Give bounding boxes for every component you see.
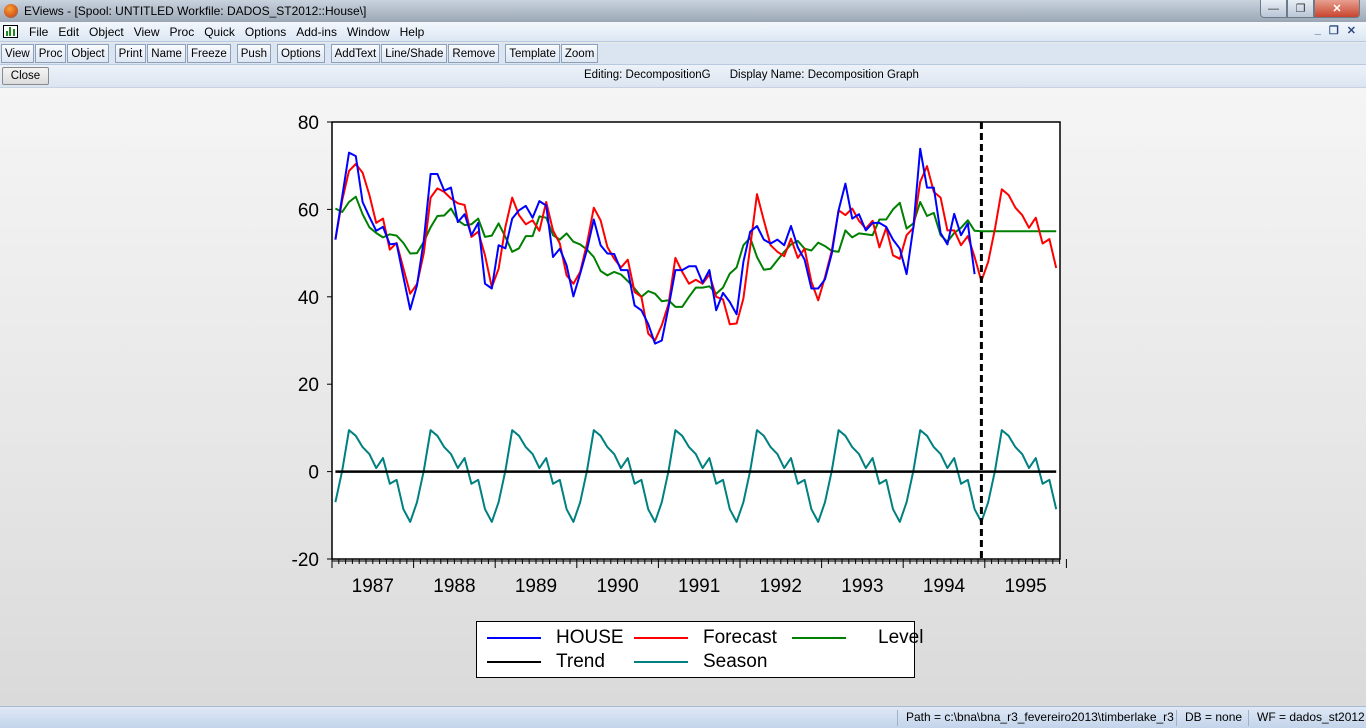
menu-bar: File Edit Object View Proc Quick Options…: [0, 22, 1366, 42]
window-title: EViews - [Spool: UNTITLED Workfile: DADO…: [24, 4, 367, 18]
restore-button[interactable]: ❐: [1287, 0, 1314, 18]
menu-options[interactable]: Options: [240, 25, 291, 39]
close-button[interactable]: Close: [2, 67, 49, 85]
object-toolbar: View Proc Object Print Name Freeze Push …: [0, 43, 1366, 65]
legend-swatch: [634, 637, 688, 639]
remove-button[interactable]: Remove: [448, 44, 500, 63]
x-tick-label: 1990: [596, 576, 638, 597]
menu-window[interactable]: Window: [342, 25, 395, 39]
close-window-button[interactable]: ✕: [1314, 0, 1360, 18]
child-close-icon[interactable]: ✕: [1347, 24, 1356, 37]
y-tick-label: 20: [298, 375, 319, 396]
x-tick-label: 1993: [841, 576, 883, 597]
menu-help[interactable]: Help: [395, 25, 430, 39]
view-button[interactable]: View: [1, 44, 34, 63]
legend-item-season: Season: [634, 651, 767, 673]
child-minimize-icon[interactable]: _: [1315, 24, 1321, 37]
legend-item-trend: Trend: [487, 651, 605, 673]
graph-area: 80 60 40 20 0 -20 1987 1988 1989 1990 1991 1992 1993…: [0, 88, 1366, 706]
object-button[interactable]: Object: [67, 44, 109, 63]
menu-view[interactable]: View: [129, 25, 165, 39]
status-path: Path = c:\bna\bna_r3_fevereiro2013\timbe…: [897, 710, 1174, 726]
legend-swatch: [634, 661, 688, 663]
addtext-button[interactable]: AddText: [330, 44, 381, 63]
y-tick-label: 40: [298, 288, 319, 309]
zoom-button[interactable]: Zoom: [560, 44, 599, 63]
editing-info: Editing: DecompositionG Display Name: De…: [584, 69, 919, 81]
plot-area: [331, 121, 1061, 560]
decomposition-chart: 80 60 40 20 0 -20 1987 1988 1989 1990 1991 1992 1993…: [292, 113, 1067, 597]
legend-label: Season: [703, 651, 768, 672]
y-tick-label: -20: [292, 550, 319, 571]
name-button[interactable]: Name: [147, 44, 186, 63]
status-db: DB = none: [1176, 710, 1242, 726]
child-restore-icon[interactable]: ❐: [1329, 24, 1339, 37]
status-wf: WF = dados_st2012: [1248, 710, 1365, 726]
menu-proc[interactable]: Proc: [165, 25, 200, 39]
legend-label: Forecast: [703, 627, 777, 648]
menu-file[interactable]: File: [24, 25, 53, 39]
edit-bar: Close Editing: DecompositionG Display Na…: [0, 65, 1366, 88]
editing-label: Editing: DecompositionG: [584, 69, 711, 81]
x-tick-label: 1995: [1004, 576, 1046, 597]
eviews-logo-icon: [4, 4, 18, 18]
legend-item-forecast: Forecast: [634, 627, 777, 649]
graph-object-icon[interactable]: [3, 25, 18, 38]
proc-button[interactable]: Proc: [34, 44, 67, 63]
freeze-button[interactable]: Freeze: [186, 44, 231, 63]
status-bar: Path = c:\bna\bna_r3_fevereiro2013\timbe…: [0, 706, 1366, 728]
legend-label: Level: [878, 627, 924, 648]
print-button[interactable]: Print: [114, 44, 147, 63]
legend-label: Trend: [556, 651, 605, 672]
title-bar: EViews - [Spool: UNTITLED Workfile: DADO…: [0, 0, 1366, 22]
legend-item-house: HOUSE: [487, 627, 624, 649]
menu-object[interactable]: Object: [84, 25, 129, 39]
minimize-button[interactable]: —: [1260, 0, 1287, 18]
menu-quick[interactable]: Quick: [199, 25, 240, 39]
push-button[interactable]: Push: [236, 44, 271, 63]
x-tick-label: 1994: [923, 576, 966, 597]
legend-label: HOUSE: [556, 627, 624, 648]
options-button[interactable]: Options: [276, 44, 325, 63]
legend-swatch: [792, 637, 846, 639]
legend-swatch: [487, 661, 541, 663]
x-tick-label: 1988: [433, 576, 475, 597]
y-tick-label: 80: [298, 113, 319, 134]
menu-edit[interactable]: Edit: [53, 25, 84, 39]
x-tick-label: 1989: [515, 576, 557, 597]
display-name-label: Display Name: Decomposition Graph: [729, 69, 919, 81]
x-tick-label: 1987: [352, 576, 394, 597]
legend: HOUSE Forecast Level Trend Season: [476, 621, 923, 678]
template-button[interactable]: Template: [505, 44, 560, 63]
line-shade-button[interactable]: Line/Shade: [381, 44, 448, 63]
y-tick-label: 60: [298, 200, 319, 221]
legend-swatch: [487, 637, 541, 639]
menu-add-ins[interactable]: Add-ins: [291, 25, 342, 39]
legend-item-level: Level: [792, 627, 923, 649]
x-tick-label: 1991: [678, 576, 720, 597]
x-tick-label: 1992: [760, 576, 802, 597]
y-tick-label: 0: [308, 463, 319, 484]
